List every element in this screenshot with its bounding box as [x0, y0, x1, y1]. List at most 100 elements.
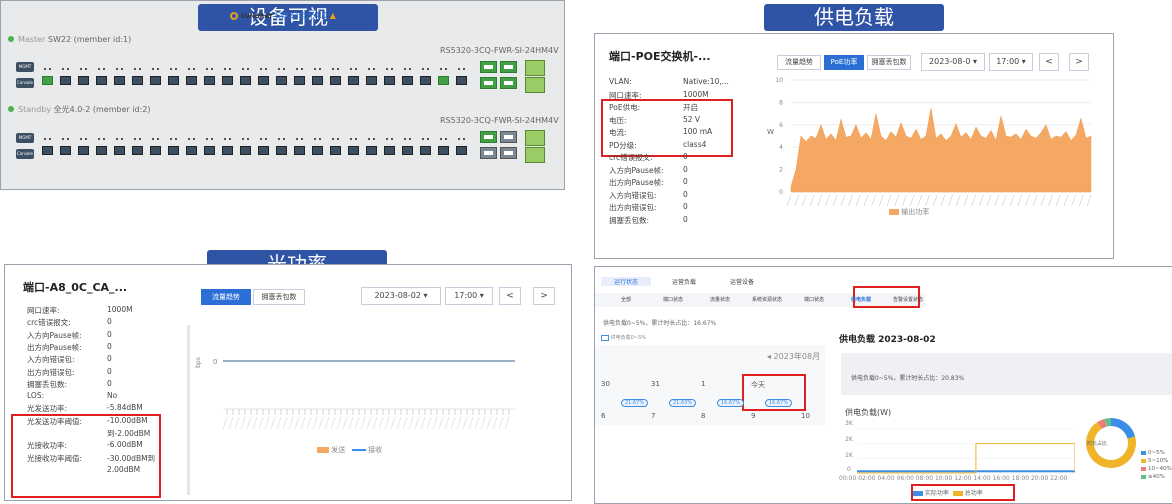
- load-tab[interactable]: 运行状态: [601, 277, 651, 286]
- switch-port-9[interactable]: [186, 76, 197, 85]
- switch-port-12[interactable]: [240, 146, 251, 155]
- calendar-day[interactable]: 30: [601, 380, 610, 388]
- calendar-day[interactable]: 1: [701, 380, 705, 388]
- tab-poe-power[interactable]: PoE功率: [824, 55, 864, 70]
- uplink-port-26[interactable]: [500, 131, 517, 143]
- uplink-port-27[interactable]: [480, 147, 497, 159]
- switch-port-24[interactable]: [456, 76, 467, 85]
- switch-port-14[interactable]: [276, 76, 287, 85]
- prev-button[interactable]: <: [499, 287, 521, 305]
- calendar-day[interactable]: 8: [701, 412, 705, 420]
- tab-traffic-trend[interactable]: 流量趋势: [777, 55, 821, 70]
- uplink-port-25[interactable]: [480, 61, 497, 73]
- uplink-port-29[interactable]: [525, 130, 545, 146]
- switch-port-6[interactable]: [132, 76, 143, 85]
- switch-name[interactable]: SW22全光4.0: [275, 11, 327, 20]
- switch-port-9[interactable]: [186, 146, 197, 155]
- switch-port-15[interactable]: [294, 146, 305, 155]
- mgmt-port[interactable]: MGMT: [16, 62, 34, 72]
- switch-port-17[interactable]: [330, 76, 341, 85]
- filter-item[interactable]: 告警设置状态: [885, 296, 931, 303]
- switch-port-21[interactable]: [402, 76, 413, 85]
- switch-port-6[interactable]: [132, 146, 143, 155]
- switch-port-10[interactable]: [204, 146, 215, 155]
- next-button[interactable]: >: [1069, 53, 1089, 71]
- switch-port-2[interactable]: [60, 76, 71, 85]
- mgmt-port[interactable]: MGMT: [16, 133, 34, 143]
- switch-port-11[interactable]: [222, 146, 233, 155]
- filter-item[interactable]: 端口状态: [791, 296, 837, 303]
- date-select[interactable]: 2023-08-02 ▾: [361, 287, 441, 305]
- console-port[interactable]: Console: [16, 78, 34, 88]
- switch-port-5[interactable]: [114, 76, 125, 85]
- switch-port-13[interactable]: [258, 146, 269, 155]
- switch-port-18[interactable]: [348, 76, 359, 85]
- switch-port-3[interactable]: [78, 76, 89, 85]
- uplink-port-28[interactable]: [500, 77, 517, 89]
- calendar-day[interactable]: 6: [601, 412, 605, 420]
- filter-item[interactable]: 全部: [603, 296, 649, 303]
- uplink-port-26[interactable]: [500, 61, 517, 73]
- next-button[interactable]: >: [533, 287, 555, 305]
- calendar-badge[interactable]: 16.67%: [765, 399, 793, 407]
- switch-port-7[interactable]: [150, 76, 161, 85]
- filter-item[interactable]: 供电负载: [838, 296, 884, 303]
- console-port[interactable]: Console: [16, 149, 34, 159]
- uplink-port-25[interactable]: [480, 131, 497, 143]
- switch-port-7[interactable]: [150, 146, 161, 155]
- switch-port-21[interactable]: [402, 146, 413, 155]
- scrollbar[interactable]: [187, 325, 190, 495]
- calendar-day[interactable]: 7: [651, 412, 655, 420]
- switch-port-16[interactable]: [312, 76, 323, 85]
- tab-traffic-trend[interactable]: 流量趋势: [201, 289, 251, 305]
- switch-port-20[interactable]: [384, 76, 395, 85]
- switch-port-4[interactable]: [96, 76, 107, 85]
- uplink-port-30[interactable]: [525, 77, 545, 93]
- filter-item[interactable]: 流量状态: [697, 296, 743, 303]
- switch-port-3[interactable]: [78, 146, 89, 155]
- switch-port-20[interactable]: [384, 146, 395, 155]
- calendar-day[interactable]: 31: [651, 380, 660, 388]
- calendar-day[interactable]: 10: [801, 412, 810, 420]
- uplink-port-29[interactable]: [525, 60, 545, 76]
- tab-congestion-drop[interactable]: 拥塞丢包数: [867, 55, 911, 70]
- calendar-badge[interactable]: 16.67%: [717, 399, 745, 407]
- checkbox-load[interactable]: 供电负载0~5%: [601, 334, 646, 341]
- switch-port-11[interactable]: [222, 76, 233, 85]
- switch-port-8[interactable]: [168, 76, 179, 85]
- filter-item[interactable]: 系统资源状态: [744, 296, 790, 303]
- calendar-badge[interactable]: 21.67%: [621, 399, 649, 407]
- switch-port-19[interactable]: [366, 76, 377, 85]
- time-select[interactable]: 17:00 ▾: [989, 53, 1033, 71]
- switch-port-1[interactable]: [42, 146, 53, 155]
- switch-port-12[interactable]: [240, 76, 251, 85]
- switch-port-15[interactable]: [294, 76, 305, 85]
- switch-port-4[interactable]: [96, 146, 107, 155]
- switch-port-23[interactable]: [438, 146, 449, 155]
- switch-port-14[interactable]: [276, 146, 287, 155]
- switch-port-13[interactable]: [258, 76, 269, 85]
- uplink-port-30[interactable]: [525, 147, 545, 163]
- switch-port-23[interactable]: [438, 76, 449, 85]
- load-tab[interactable]: 运营设备: [717, 277, 767, 286]
- uplink-port-27[interactable]: [480, 77, 497, 89]
- switch-port-1[interactable]: [42, 76, 53, 85]
- switch-port-22[interactable]: [420, 76, 431, 85]
- switch-port-10[interactable]: [204, 76, 215, 85]
- calendar-day[interactable]: 今天: [751, 380, 765, 390]
- uplink-port-28[interactable]: [500, 147, 517, 159]
- calendar-day[interactable]: 9: [751, 412, 755, 420]
- date-select[interactable]: 2023-08-0 ▾: [921, 53, 985, 71]
- switch-port-16[interactable]: [312, 146, 323, 155]
- prev-button[interactable]: <: [1039, 53, 1059, 71]
- time-select[interactable]: 17:00 ▾: [445, 287, 493, 305]
- switch-port-5[interactable]: [114, 146, 125, 155]
- switch-port-17[interactable]: [330, 146, 341, 155]
- load-tab[interactable]: 运营负载: [659, 277, 709, 286]
- switch-port-24[interactable]: [456, 146, 467, 155]
- switch-port-18[interactable]: [348, 146, 359, 155]
- calendar-badge[interactable]: 21.63%: [669, 399, 697, 407]
- switch-port-22[interactable]: [420, 146, 431, 155]
- tab-congestion-drop[interactable]: 拥塞丢包数: [253, 289, 305, 305]
- filter-item[interactable]: 端口状态: [650, 296, 696, 303]
